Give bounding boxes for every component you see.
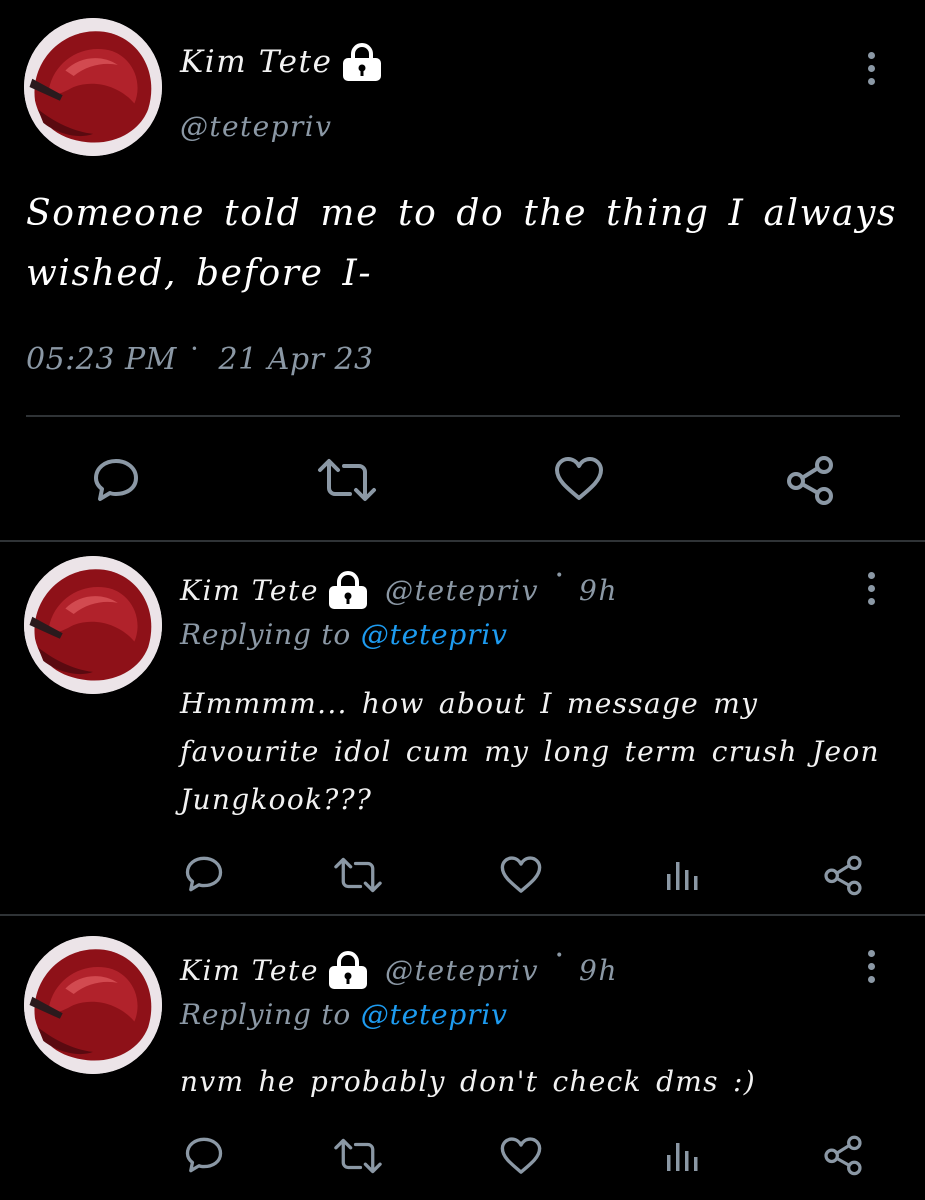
- display-name[interactable]: Kim Tete: [180, 954, 319, 987]
- replying-to-label: Replying to: [180, 998, 352, 1031]
- separator-dot: •: [555, 568, 566, 584]
- more-options-icon[interactable]: [866, 572, 876, 605]
- retweet-icon[interactable]: [332, 857, 384, 893]
- heart-icon[interactable]: [553, 456, 605, 502]
- comment-icon[interactable]: [184, 1136, 224, 1174]
- tweet-thread-screen: Kim Tete @tetepriv Someone told me to do…: [0, 0, 925, 1200]
- reply-text: nvm he probably don't check dms :): [180, 1065, 756, 1098]
- user-handle[interactable]: @tetepriv: [180, 110, 332, 143]
- more-options-icon[interactable]: [866, 950, 876, 983]
- user-handle[interactable]: @tetepriv: [385, 954, 539, 987]
- avatar[interactable]: [24, 556, 162, 694]
- retweet-icon[interactable]: [332, 1138, 384, 1174]
- replying-to-label: Replying to: [180, 618, 352, 651]
- separator-dot: •: [555, 948, 566, 964]
- avatar[interactable]: [24, 18, 162, 156]
- reply-header: Kim Tete @tetepriv • 9h: [180, 948, 619, 990]
- tweet-handle-row: @tetepriv: [180, 110, 332, 143]
- heart-icon[interactable]: [499, 855, 543, 895]
- share-icon[interactable]: [784, 454, 836, 506]
- lock-icon: [327, 570, 369, 610]
- separator-dot: •: [190, 342, 199, 356]
- share-icon[interactable]: [822, 854, 864, 896]
- tweet-text: Someone told me to do the thing I always…: [26, 193, 898, 294]
- more-options-icon[interactable]: [866, 52, 876, 85]
- display-name[interactable]: Kim Tete: [180, 574, 319, 607]
- analytics-icon[interactable]: [664, 1139, 700, 1173]
- divider: [0, 914, 925, 916]
- tweet-timestamp: 05:23 PM • 21 Apr 23: [26, 342, 374, 377]
- user-handle[interactable]: @tetepriv: [385, 574, 539, 607]
- display-name[interactable]: Kim Tete: [180, 44, 333, 80]
- avatar[interactable]: [24, 936, 162, 1074]
- heart-icon[interactable]: [499, 1136, 543, 1176]
- lock-icon: [341, 42, 383, 82]
- reply-age: 9h: [579, 573, 619, 607]
- comment-icon[interactable]: [184, 855, 224, 893]
- reply-text: Hmmmm... how about I message my favourit…: [180, 687, 880, 816]
- mention-link[interactable]: @tetepriv: [361, 618, 508, 651]
- retweet-icon[interactable]: [316, 458, 378, 502]
- mention-link[interactable]: @tetepriv: [361, 998, 508, 1031]
- tweet-date: 21 Apr 23: [218, 342, 374, 377]
- analytics-icon[interactable]: [664, 858, 700, 892]
- replying-to: Replying to @tetepriv: [180, 998, 508, 1031]
- reply-age: 9h: [579, 953, 619, 987]
- reply-header: Kim Tete @tetepriv • 9h: [180, 568, 619, 610]
- tweet-time: 05:23 PM: [26, 342, 177, 377]
- comment-icon[interactable]: [92, 457, 140, 503]
- tweet-header: Kim Tete: [180, 42, 383, 82]
- divider: [26, 415, 900, 417]
- lock-icon: [327, 950, 369, 990]
- replying-to: Replying to @tetepriv: [180, 618, 508, 651]
- divider: [0, 540, 925, 542]
- share-icon[interactable]: [822, 1134, 864, 1176]
